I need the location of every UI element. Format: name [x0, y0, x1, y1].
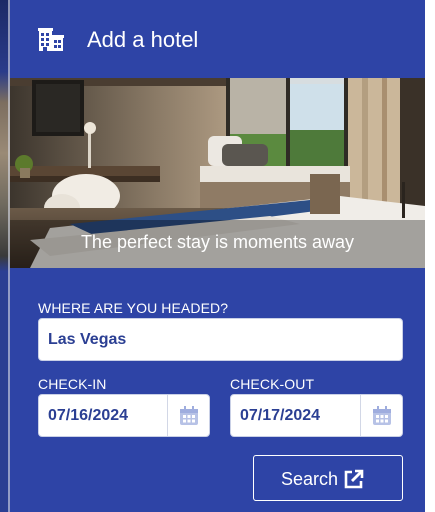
add-hotel-widget: Add a hotel The perfect stay is moments …: [10, 0, 425, 512]
checkout-value: 07/17/2024: [240, 407, 321, 424]
background-photo-edge: [0, 0, 10, 512]
hotel-building-icon: [38, 28, 64, 51]
destination-label: WHERE ARE YOU HEADED?: [38, 300, 229, 316]
checkout-calendar-button[interactable]: [360, 395, 402, 436]
checkout-label: CHECK-OUT: [230, 376, 315, 392]
widget-header: Add a hotel: [10, 0, 425, 78]
page-background: [425, 0, 435, 512]
checkin-calendar-button[interactable]: [167, 395, 209, 436]
calendar-icon: [180, 406, 198, 425]
destination-value: Las Vegas: [48, 331, 127, 348]
checkin-label: CHECK-IN: [38, 376, 107, 392]
hero-caption: The perfect stay is moments away: [80, 232, 355, 252]
checkin-date-input[interactable]: 07/16/2024: [38, 394, 210, 437]
calendar-icon: [373, 406, 391, 425]
search-button-label: Search: [281, 469, 339, 489]
widget-title: Add a hotel: [87, 27, 199, 52]
external-link-icon: [344, 469, 364, 489]
checkin-value: 07/16/2024: [48, 407, 129, 424]
hotel-room-image: The perfect stay is moments away: [10, 78, 425, 268]
checkout-date-input[interactable]: 07/17/2024: [230, 394, 403, 437]
search-button[interactable]: Search: [253, 455, 403, 501]
destination-input[interactable]: Las Vegas: [38, 318, 403, 361]
